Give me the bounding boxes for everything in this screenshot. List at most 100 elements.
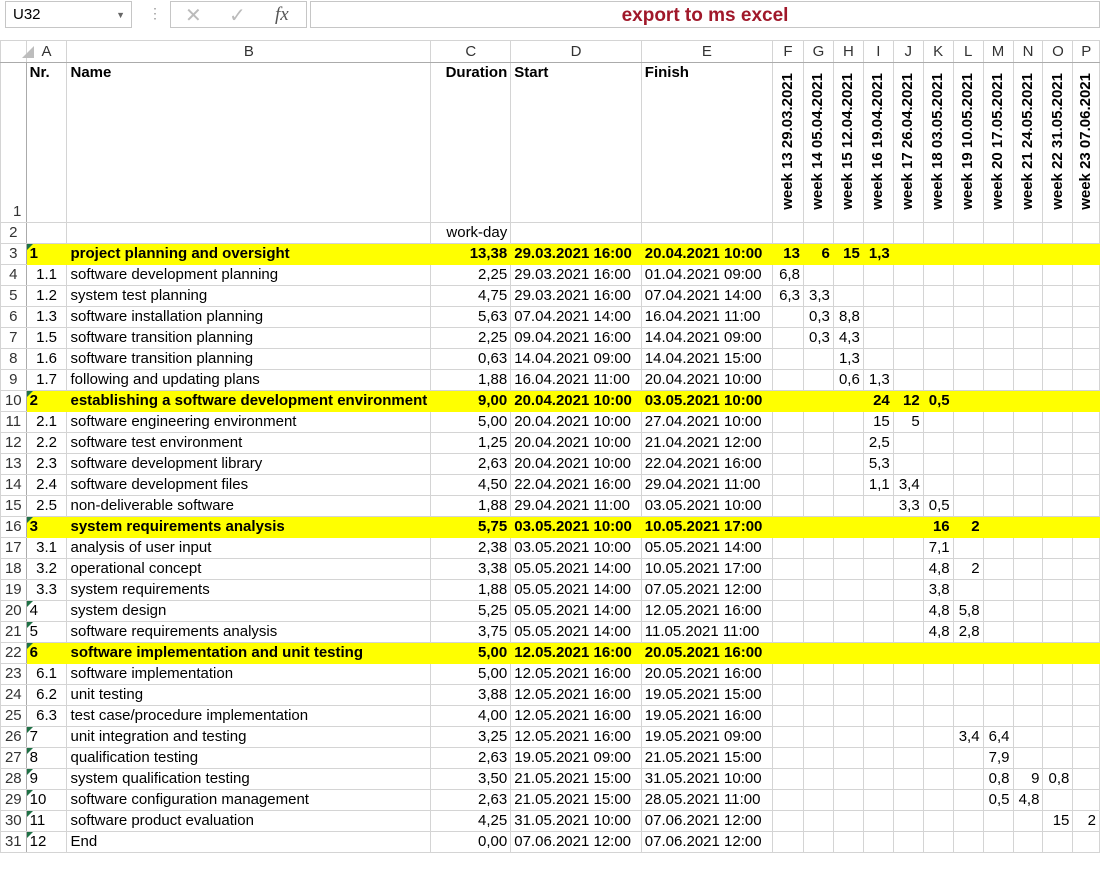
cell-duration[interactable]: 2,25 [430, 264, 512, 286]
cell-duration[interactable]: 2,63 [430, 747, 512, 769]
cell-week-hours[interactable] [892, 285, 924, 307]
cell-week-hours[interactable] [1012, 831, 1044, 853]
row-header[interactable]: 1 [0, 62, 27, 223]
cell-week-hours[interactable]: 0,8 [1042, 768, 1074, 790]
error-indicator-icon[interactable] [27, 601, 33, 607]
column-header-C[interactable]: C [430, 40, 512, 63]
cell-week-hours[interactable] [802, 369, 834, 391]
cell-week-hours[interactable]: 5,8 [952, 600, 984, 622]
select-all-button[interactable] [22, 46, 34, 58]
cell-week-hours[interactable] [832, 285, 864, 307]
cell-week-hours[interactable] [862, 600, 894, 622]
cell-week-hours[interactable] [982, 663, 1014, 685]
cell-week-hours[interactable] [952, 537, 984, 559]
cell-start[interactable]: 03.05.2021 10:00 [510, 516, 642, 538]
cell-week-hours[interactable] [832, 789, 864, 811]
cell-week-hours[interactable] [952, 663, 984, 685]
cell-week-hours[interactable] [1072, 642, 1100, 664]
cell-nr[interactable]: 1.2 [25, 285, 68, 307]
cell-week-hours[interactable]: 0,8 [982, 768, 1014, 790]
cell-week-hours[interactable] [982, 642, 1014, 664]
cell[interactable] [1072, 222, 1100, 244]
cell-week-hours[interactable] [862, 789, 894, 811]
cell-start[interactable]: 12.05.2021 16:00 [510, 726, 642, 748]
cell-week-hours[interactable] [832, 432, 864, 454]
cell-week-hours[interactable] [771, 810, 804, 832]
cell-start[interactable]: 20.04.2021 10:00 [510, 453, 642, 475]
cell-week-hours[interactable] [1072, 705, 1100, 727]
cell-week-hours[interactable] [952, 306, 984, 328]
cell-week-hours[interactable] [862, 768, 894, 790]
cell-week-hours[interactable] [922, 747, 954, 769]
cell-week-hours[interactable] [1042, 726, 1074, 748]
cell-week-hours[interactable] [832, 600, 864, 622]
cell-week-hours[interactable] [1012, 411, 1044, 433]
cell-duration[interactable]: 4,50 [430, 474, 512, 496]
cell-week-hours[interactable] [1042, 243, 1074, 265]
cell-week-hours[interactable] [1012, 348, 1044, 370]
cell-week-hours[interactable] [802, 348, 834, 370]
cell-week-hours[interactable] [1012, 474, 1044, 496]
cell-name[interactable]: project planning and oversight [66, 243, 432, 265]
cell-week-hours[interactable] [1012, 327, 1044, 349]
cell-week-hours[interactable]: 0,5 [922, 495, 954, 517]
cell-week-hours[interactable] [922, 411, 954, 433]
cell-week-hours[interactable]: 2 [1072, 810, 1100, 832]
cell-finish[interactable]: 19.05.2021 09:00 [640, 726, 773, 748]
row-header[interactable]: 10 [0, 390, 27, 412]
cell-week-hours[interactable] [982, 831, 1014, 853]
cell-finish[interactable]: 03.05.2021 10:00 [640, 390, 773, 412]
cell-nr[interactable]: 5 [25, 621, 68, 643]
cell-week-hours[interactable] [1072, 558, 1100, 580]
cell-week-hours[interactable] [892, 642, 924, 664]
cell-week-hours[interactable] [982, 495, 1014, 517]
cell-week-hours[interactable] [802, 663, 834, 685]
cell-nr[interactable]: 1.3 [25, 306, 68, 328]
cell-week-hours[interactable] [1012, 453, 1044, 475]
cell-week-hours[interactable] [771, 558, 804, 580]
header-week[interactable]: week 15 12.04.2021 [832, 62, 864, 223]
cell-week-hours[interactable] [982, 390, 1014, 412]
cell-week-hours[interactable] [802, 579, 834, 601]
cell-finish[interactable]: 29.04.2021 11:00 [640, 474, 773, 496]
cell-finish[interactable]: 21.05.2021 15:00 [640, 747, 773, 769]
cell-name[interactable]: following and updating plans [66, 369, 432, 391]
cell-week-hours[interactable] [892, 789, 924, 811]
cell-week-hours[interactable] [771, 621, 804, 643]
cell-name[interactable]: non-deliverable software [66, 495, 432, 517]
cell-week-hours[interactable]: 16 [922, 516, 954, 538]
cell-week-hours[interactable] [1042, 348, 1074, 370]
cell-start[interactable]: 19.05.2021 09:00 [510, 747, 642, 769]
cell-duration[interactable]: 5,25 [430, 600, 512, 622]
row-header[interactable]: 12 [0, 432, 27, 454]
cell-start[interactable]: 31.05.2021 10:00 [510, 810, 642, 832]
header-week[interactable]: week 14 05.04.2021 [802, 62, 834, 223]
cell-nr[interactable]: 9 [25, 768, 68, 790]
cell-name[interactable]: system requirements analysis [66, 516, 432, 538]
cell-finish[interactable]: 22.04.2021 16:00 [640, 453, 773, 475]
cell-week-hours[interactable] [1042, 600, 1074, 622]
cell-week-hours[interactable] [1042, 495, 1074, 517]
cell-week-hours[interactable]: 4,8 [922, 621, 954, 643]
cell-week-hours[interactable] [952, 453, 984, 475]
cell-week-hours[interactable] [1012, 600, 1044, 622]
cell-week-hours[interactable] [1072, 390, 1100, 412]
cell-week-hours[interactable] [1012, 306, 1044, 328]
column-header-K[interactable]: K [922, 40, 954, 63]
cell-week-hours[interactable] [1042, 663, 1074, 685]
cell-week-hours[interactable] [862, 621, 894, 643]
row-header[interactable]: 15 [0, 495, 27, 517]
cell-week-hours[interactable] [862, 537, 894, 559]
cell-week-hours[interactable] [1042, 558, 1074, 580]
cell-week-hours[interactable] [832, 537, 864, 559]
cell-week-hours[interactable] [1042, 831, 1074, 853]
cell-week-hours[interactable] [892, 327, 924, 349]
cell-week-hours[interactable] [771, 411, 804, 433]
cell-name[interactable]: software test environment [66, 432, 432, 454]
error-indicator-icon[interactable] [27, 790, 33, 796]
cell-week-hours[interactable]: 2,5 [862, 432, 894, 454]
cell-nr[interactable]: 3.3 [25, 579, 68, 601]
cell-week-hours[interactable] [982, 264, 1014, 286]
cell[interactable] [862, 222, 894, 244]
cell-start[interactable]: 22.04.2021 16:00 [510, 474, 642, 496]
